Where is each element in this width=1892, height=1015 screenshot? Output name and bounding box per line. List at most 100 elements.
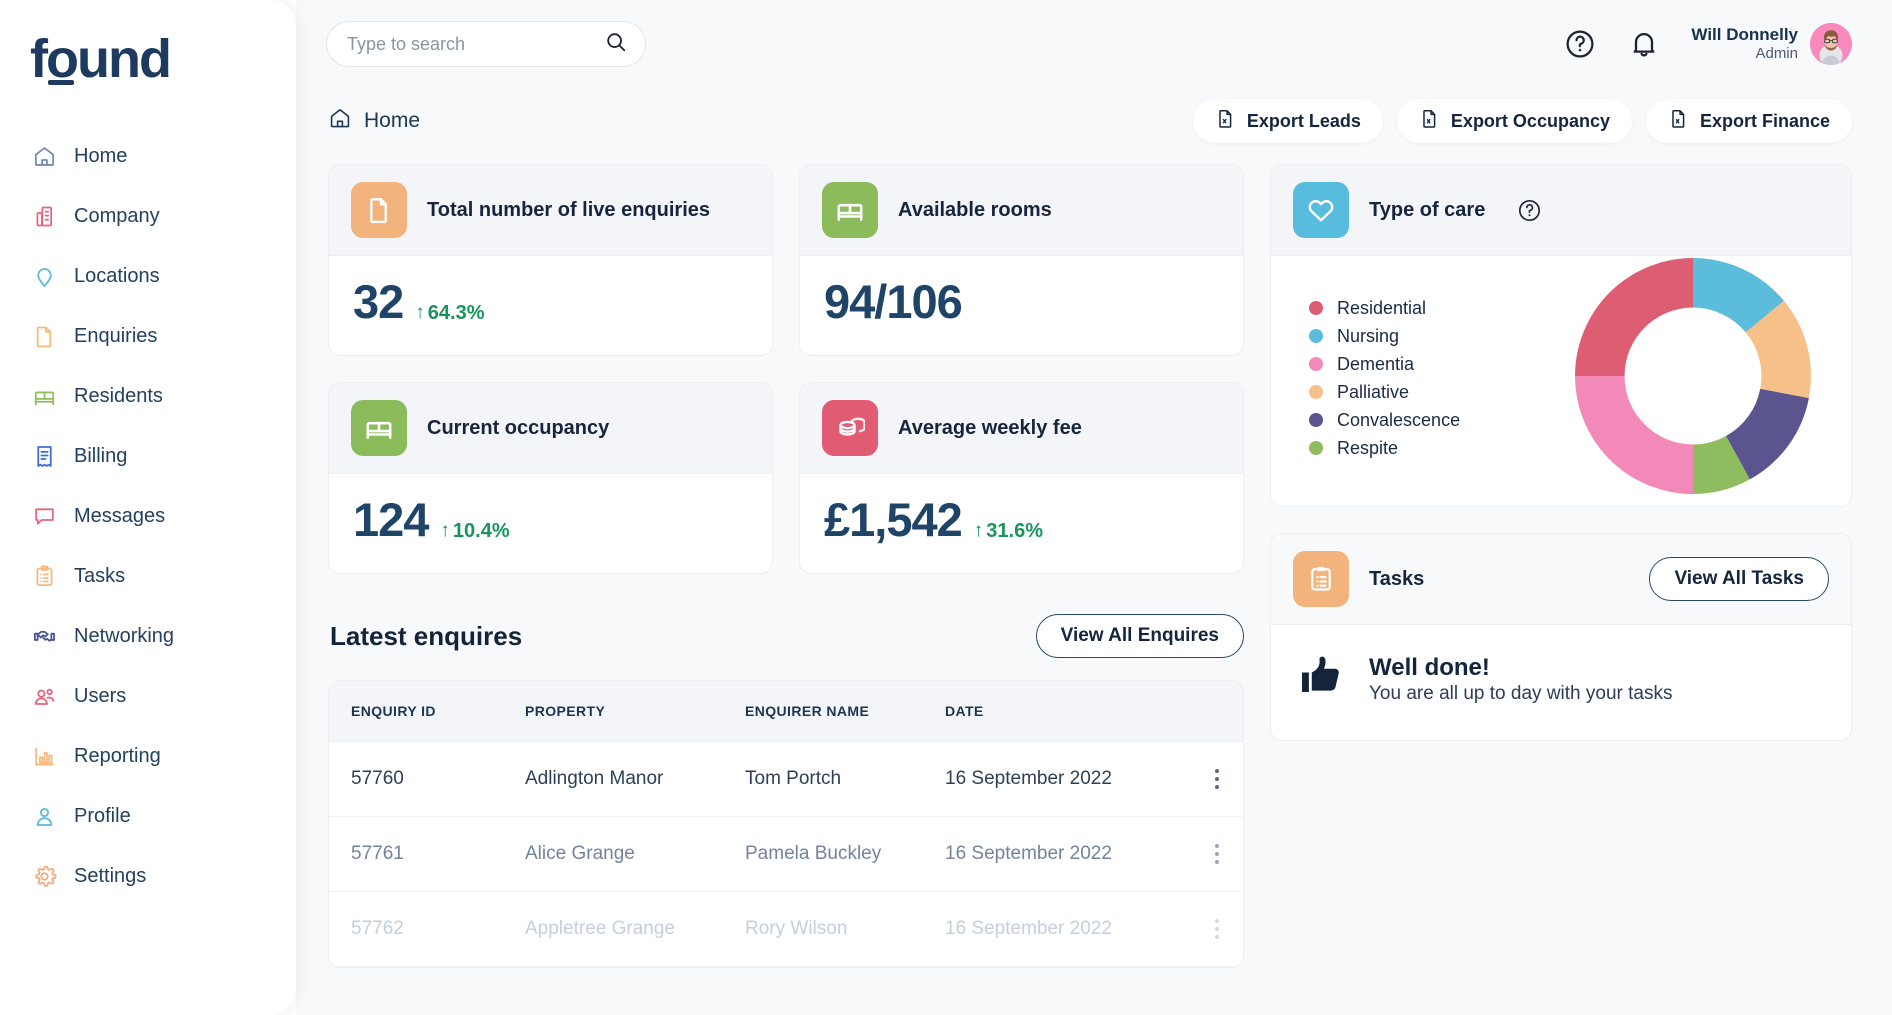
table-body: 57760Adlington ManorTom Portch16 Septemb…	[329, 742, 1243, 967]
chat-icon	[31, 503, 57, 529]
stat-card-average-weekly-fee: Average weekly fee £1,542 ↑31.6%	[799, 382, 1244, 574]
cell-enquiry-id: 57762	[329, 892, 503, 967]
topbar-right: Will Donnelly Admin	[1563, 23, 1852, 65]
cell-enquirer-name: Pamela Buckley	[723, 817, 923, 892]
app-root: found HomeCompanyLocationsEnquiriesResid…	[0, 0, 1892, 1015]
right-column: Type of care ResidentialNursingDementiaP…	[1270, 164, 1852, 1015]
thumbs-up-icon	[1297, 651, 1347, 706]
sidebar-item-home[interactable]: Home	[0, 126, 296, 186]
kebab-menu-icon[interactable]	[1191, 844, 1243, 864]
type-of-care-header: Type of care	[1271, 165, 1851, 256]
stat-card-title: Available rooms	[898, 199, 1052, 222]
search-box[interactable]	[326, 21, 646, 67]
pin-icon	[31, 263, 57, 289]
table-row[interactable]: 57762Appletree GrangeRory Wilson16 Septe…	[329, 892, 1243, 967]
cell-property: Alice Grange	[503, 817, 723, 892]
stat-card-body: 124↑10.4%	[329, 474, 772, 573]
stat-value: £1,542	[824, 496, 962, 543]
export-button-label: Export Leads	[1247, 111, 1361, 132]
tasks-card: Tasks View All Tasks Well done! You	[1270, 533, 1852, 741]
stat-cards: Total number of live enquiries32↑64.3%Av…	[328, 164, 1244, 574]
cell-property: Adlington Manor	[503, 742, 723, 817]
view-all-enquires-button[interactable]: View All Enquires	[1036, 614, 1244, 658]
search-icon[interactable]	[605, 31, 627, 58]
sidebar-item-billing[interactable]: Billing	[0, 426, 296, 486]
search-input[interactable]	[347, 34, 587, 55]
user-menu[interactable]: Will Donnelly Admin	[1691, 23, 1852, 65]
building-icon	[31, 203, 57, 229]
legend-color-dot	[1309, 329, 1323, 343]
legend-item-respite: Respite	[1309, 438, 1460, 459]
question-circle-icon[interactable]	[1563, 27, 1597, 61]
donut-segment-dementia[interactable]	[1575, 376, 1693, 494]
sidebar-item-reporting[interactable]: Reporting	[0, 726, 296, 786]
donut-chart	[1573, 256, 1813, 501]
export-finance-button[interactable]: Export Finance	[1646, 99, 1852, 143]
legend-label: Residential	[1337, 298, 1426, 319]
stat-value: 94/106	[824, 278, 962, 325]
stat-card-header: Available rooms	[800, 165, 1243, 256]
kebab-menu-icon[interactable]	[1191, 919, 1243, 939]
arrow-up-icon: ↑	[974, 520, 984, 542]
export-leads-button[interactable]: Export Leads	[1193, 99, 1383, 143]
stat-delta: ↑64.3%	[415, 302, 484, 325]
person-icon	[31, 803, 57, 829]
bell-icon[interactable]	[1627, 27, 1661, 61]
section-title: Latest enquires	[330, 621, 522, 652]
view-all-tasks-button[interactable]: View All Tasks	[1649, 557, 1829, 601]
export-button-label: Export Occupancy	[1451, 111, 1610, 132]
sidebar-item-label: Reporting	[74, 745, 161, 768]
sidebar-item-residents[interactable]: Residents	[0, 366, 296, 426]
legend-item-nursing: Nursing	[1309, 326, 1460, 347]
legend-label: Palliative	[1337, 382, 1409, 403]
donut-segment-residential[interactable]	[1575, 258, 1693, 376]
column-header-actions	[1169, 681, 1243, 742]
sidebar-item-settings[interactable]: Settings	[0, 846, 296, 906]
stat-card-body: 94/106	[800, 256, 1243, 355]
stat-delta: ↑10.4%	[440, 520, 509, 543]
sidebar-item-label: Messages	[74, 505, 165, 528]
sidebar-item-locations[interactable]: Locations	[0, 246, 296, 306]
sidebar-item-profile[interactable]: Profile	[0, 786, 296, 846]
bed-icon-tile	[351, 400, 407, 456]
legend-color-dot	[1309, 357, 1323, 371]
bed-icon-tile	[822, 182, 878, 238]
latest-enquiries-header: Latest enquires View All Enquires	[328, 574, 1244, 680]
tasks-message-sub: You are all up to day with your tasks	[1369, 683, 1672, 705]
avatar[interactable]	[1810, 23, 1852, 65]
cell-enquiry-id: 57760	[329, 742, 503, 817]
sidebar-item-label: Settings	[74, 865, 146, 888]
sidebar-item-users[interactable]: Users	[0, 666, 296, 726]
stat-delta-value: 31.6%	[986, 520, 1043, 543]
question-circle-icon[interactable]	[1517, 198, 1542, 223]
legend-label: Nursing	[1337, 326, 1399, 347]
sidebar-item-messages[interactable]: Messages	[0, 486, 296, 546]
sidebar-item-tasks[interactable]: Tasks	[0, 546, 296, 606]
breadcrumb[interactable]: Home	[328, 106, 420, 136]
bar-chart-icon	[31, 743, 57, 769]
clipboard-icon	[31, 563, 57, 589]
sidebar-item-label: Residents	[74, 385, 163, 408]
brand-logo[interactable]: found	[30, 32, 170, 86]
export-occupancy-button[interactable]: Export Occupancy	[1397, 99, 1632, 143]
table-row[interactable]: 57760Adlington ManorTom Portch16 Septemb…	[329, 742, 1243, 817]
excel-file-icon	[1215, 108, 1236, 134]
export-button-label: Export Finance	[1700, 111, 1830, 132]
legend-color-dot	[1309, 385, 1323, 399]
users-icon	[31, 683, 57, 709]
sidebar-item-company[interactable]: Company	[0, 186, 296, 246]
cell-actions	[1169, 742, 1243, 817]
tasks-header: Tasks View All Tasks	[1271, 534, 1851, 625]
arrow-up-icon: ↑	[415, 302, 425, 324]
sidebar-item-enquiries[interactable]: Enquiries	[0, 306, 296, 366]
legend-color-dot	[1309, 301, 1323, 315]
sidebar-item-label: Users	[74, 685, 126, 708]
cell-date: 16 September 2022	[923, 742, 1169, 817]
stat-card-total-number-of-live-enquiries: Total number of live enquiries32↑64.3%	[328, 164, 773, 356]
kebab-menu-icon[interactable]	[1191, 769, 1243, 789]
type-of-care-title: Type of care	[1369, 199, 1485, 222]
legend-item-residential: Residential	[1309, 298, 1460, 319]
stat-card-title: Average weekly fee	[898, 417, 1082, 440]
sidebar-item-networking[interactable]: Networking	[0, 606, 296, 666]
table-row[interactable]: 57761Alice GrangePamela Buckley16 Septem…	[329, 817, 1243, 892]
